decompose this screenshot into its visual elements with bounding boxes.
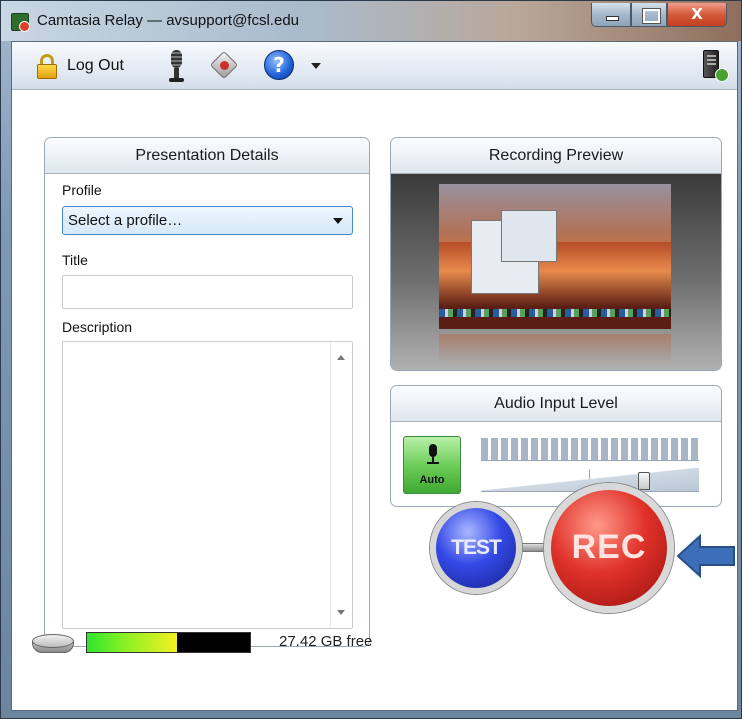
minimize-button[interactable] bbox=[591, 3, 631, 27]
screen-preview-image bbox=[439, 184, 671, 329]
recording-preview-header: Recording Preview bbox=[391, 138, 721, 174]
chevron-down-icon[interactable] bbox=[311, 63, 321, 69]
profile-select-value: Select a profile… bbox=[68, 212, 183, 229]
settings-icon[interactable] bbox=[209, 50, 239, 80]
rec-label: REC bbox=[571, 528, 647, 566]
microphone-icon[interactable] bbox=[168, 50, 184, 82]
toolbar: Log Out ? bbox=[12, 42, 737, 90]
audio-input-level-header: Audio Input Level bbox=[391, 386, 721, 422]
window-title: Camtasia Relay — avsupport@fcsl.edu bbox=[37, 12, 300, 29]
record-controls: TEST REC bbox=[428, 483, 683, 613]
preview-reflection bbox=[439, 334, 671, 364]
log-out-label: Log Out bbox=[67, 57, 124, 74]
presentation-details-header: Presentation Details bbox=[45, 138, 369, 174]
camtasia-app-icon bbox=[11, 13, 30, 32]
log-out-button[interactable]: Log Out bbox=[36, 50, 124, 82]
disk-free-label: 27.42 GB free bbox=[279, 633, 373, 650]
record-button[interactable]: REC bbox=[544, 483, 674, 613]
help-icon[interactable]: ? bbox=[264, 50, 294, 80]
lock-icon bbox=[36, 52, 58, 80]
disk-usage-fill bbox=[87, 633, 177, 652]
close-icon: X bbox=[691, 5, 703, 23]
description-label: Description bbox=[62, 319, 133, 335]
recording-preview-panel: Recording Preview bbox=[390, 137, 722, 371]
title-input[interactable] bbox=[62, 275, 353, 309]
slider-tick bbox=[589, 469, 590, 479]
title-label: Title bbox=[62, 252, 88, 268]
server-status-icon[interactable] bbox=[699, 48, 729, 84]
description-textarea[interactable] bbox=[62, 341, 353, 629]
pointer-arrow-icon bbox=[676, 534, 735, 578]
close-button[interactable]: X bbox=[667, 3, 727, 27]
chevron-down-icon bbox=[333, 218, 343, 224]
audio-level-meter bbox=[481, 438, 699, 461]
scroll-up-icon[interactable] bbox=[337, 355, 345, 360]
title-bar[interactable]: Camtasia Relay — avsupport@fcsl.edu X bbox=[1, 1, 741, 41]
microphone-icon bbox=[427, 444, 439, 470]
hard-drive-icon bbox=[28, 630, 80, 656]
test-label: TEST bbox=[451, 536, 502, 559]
disk-usage-bar bbox=[86, 632, 251, 653]
profile-select[interactable]: Select a profile… bbox=[62, 206, 353, 235]
recording-preview-area bbox=[391, 174, 721, 370]
test-button[interactable]: TEST bbox=[430, 502, 522, 594]
maximize-button[interactable] bbox=[631, 3, 667, 27]
scroll-down-icon[interactable] bbox=[337, 610, 345, 615]
profile-label: Profile bbox=[62, 182, 102, 198]
description-scrollbar[interactable] bbox=[330, 342, 352, 628]
presentation-details-panel: Presentation Details Profile Select a pr… bbox=[44, 137, 370, 647]
